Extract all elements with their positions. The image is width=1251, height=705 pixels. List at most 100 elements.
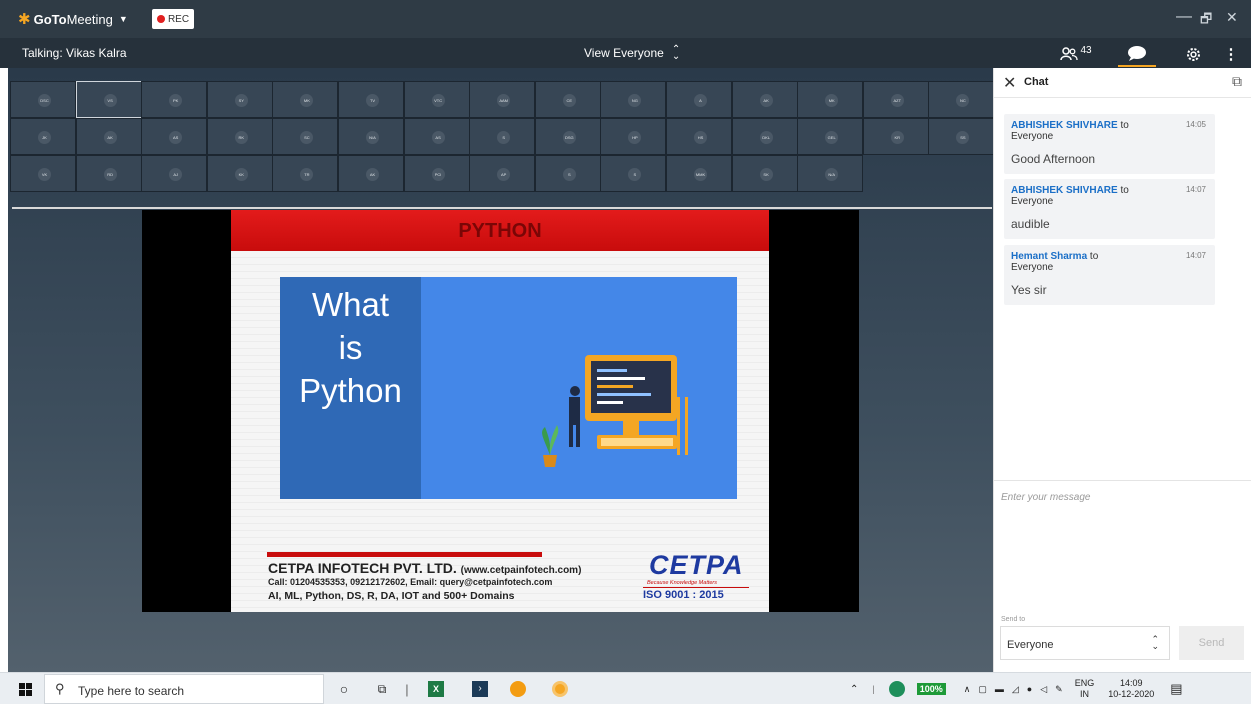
grid-divider[interactable] [12, 207, 992, 209]
attendee-tile[interactable]: CE [534, 81, 601, 118]
attendee-tile[interactable]: JK [10, 118, 76, 155]
chat-message: ABHISHEK SHIVHARE to Everyone 14:05 Good… [1004, 114, 1215, 174]
task-view-icon[interactable]: ⧉ [372, 673, 392, 705]
camera-icon[interactable]: ▢ [978, 684, 987, 695]
message-sender: ABHISHEK SHIVHARE to Everyone [1011, 120, 1129, 142]
attendee-tile[interactable]: SS [928, 118, 995, 155]
attendee-tile[interactable]: PK [141, 81, 208, 118]
microphone-icon[interactable]: ● [1027, 684, 1032, 694]
attendee-tile[interactable]: KR [862, 118, 929, 155]
more-options-button[interactable]: ⋮ [1223, 41, 1239, 67]
attendee-tile[interactable]: PCI [403, 155, 470, 192]
attendee-tile[interactable]: SK [731, 155, 798, 192]
vertical-dots-icon: ⋮ [1223, 46, 1239, 63]
attendee-tile[interactable]: AAM [469, 81, 536, 118]
attendee-tile[interactable]: TR [272, 155, 339, 192]
heading-line-3: Python [299, 372, 402, 409]
speaker-icon[interactable]: ◁ [1040, 684, 1047, 695]
attendee-avatar: PCI [431, 168, 445, 181]
send-button[interactable]: Send [1179, 626, 1244, 660]
clock[interactable]: 14:09 10-12-2020 [1108, 678, 1154, 700]
battery-icon[interactable]: ▬ [995, 684, 1004, 694]
attendee-tile[interactable]: NG [600, 81, 667, 118]
view-selector[interactable]: View Everyone ⌃ ⌄ [584, 45, 680, 62]
attendee-tile[interactable]: AK [338, 155, 404, 192]
attendee-tile[interactable]: N/A [797, 155, 864, 192]
windows-taskbar: ⚲ Type here to search ○ ⧉ | X › ⌃ | 100%… [0, 672, 1251, 704]
chat-divider [994, 480, 1251, 481]
attendee-tile[interactable]: RD [75, 155, 142, 192]
attendee-tile[interactable]: AS [403, 118, 470, 155]
view-label: View Everyone [584, 46, 664, 60]
cortana-icon[interactable]: ○ [334, 673, 354, 705]
attendee-tile[interactable]: MMK [666, 155, 732, 192]
attendee-avatar: SC [300, 131, 314, 144]
attendee-tile[interactable]: S [469, 118, 536, 155]
attendee-tile[interactable]: S [534, 155, 601, 192]
chat-panel: ✕ Chat ⧉ ABHISHEK SHIVHARE to Everyone 1… [993, 68, 1251, 672]
attendee-avatar: KK [234, 168, 248, 181]
attendee-tile[interactable]: MK [797, 81, 864, 118]
attendee-tile[interactable]: NC [928, 81, 995, 118]
message-input[interactable]: Enter your message [1001, 492, 1091, 503]
taskbar-search[interactable]: ⚲ Type here to search [44, 674, 324, 704]
attendee-tile[interactable]: AJ [141, 155, 208, 192]
attendee-tile[interactable]: AK [75, 118, 142, 155]
settings-button[interactable] [1181, 41, 1205, 67]
attendee-tile[interactable]: DSC [10, 81, 76, 118]
send-to-select[interactable]: Everyone ⌃ ⌄ [1000, 626, 1170, 660]
company-name-text: CETPA INFOTECH PVT. LTD. [268, 560, 457, 576]
title-bar: ✱ GoTo Meeting ▼ REC — 🗗 ✕ [0, 0, 1251, 38]
attendee-avatar: GEL [825, 131, 839, 144]
attendee-tile[interactable]: SC [272, 118, 339, 155]
attendee-tile[interactable]: S [600, 155, 667, 192]
attendee-tile[interactable]: AS [141, 118, 208, 155]
attendee-tile[interactable]: RK [206, 118, 273, 155]
attendee-tile[interactable]: DSG [534, 118, 601, 155]
restore-button[interactable]: 🗗 [1200, 10, 1212, 32]
overflow-chevron-icon[interactable]: ⌃ [850, 684, 858, 695]
attendee-avatar: RD [103, 168, 117, 181]
attendee-tile[interactable]: SY [206, 81, 273, 118]
close-button[interactable]: ✕ [1226, 9, 1238, 26]
attendee-tile[interactable]: VTC [403, 81, 470, 118]
minimize-button[interactable]: — [1176, 8, 1192, 26]
chevron-up-icon[interactable]: ∧ [964, 684, 971, 695]
app-menu[interactable]: ✱ GoTo Meeting ▼ [18, 10, 128, 28]
vlc-app-icon[interactable] [506, 673, 530, 705]
attendee-tile[interactable]: GEL [797, 118, 864, 155]
network-monitor-icon[interactable] [888, 681, 905, 697]
powershell-app-icon[interactable]: › [468, 673, 492, 705]
notifications-icon[interactable]: ▤ [1170, 681, 1182, 697]
screen-share: PYTHON What is Python CETPA INFOTECH PVT… [142, 210, 859, 612]
close-chat-icon[interactable]: ✕ [1003, 73, 1016, 93]
attendee-tile[interactable]: DKL [731, 118, 798, 155]
recording-indicator[interactable]: REC [152, 9, 194, 29]
attendee-avatar: N/A [825, 168, 839, 181]
attendee-tile[interactable]: AZT [862, 81, 929, 118]
attendees-button[interactable]: 43 [1058, 41, 1094, 67]
excel-app-icon[interactable]: X [424, 673, 448, 705]
battery-indicator[interactable]: 100% [916, 683, 946, 695]
attendee-tile[interactable]: TV [338, 81, 404, 118]
attendee-tile[interactable]: VS [75, 81, 142, 118]
attendee-tile[interactable]: VK [10, 155, 76, 192]
attendee-tile[interactable]: HP [600, 118, 667, 155]
attendee-tile[interactable]: HS [666, 118, 732, 155]
wifi-icon[interactable]: ◿ [1012, 684, 1019, 695]
iso-certification: ISO 9001 : 2015 [643, 589, 724, 601]
attendee-tile[interactable]: AP [469, 155, 536, 192]
start-button[interactable] [10, 673, 40, 705]
pen-icon[interactable]: ✎ [1055, 684, 1063, 695]
gear-icon [1186, 47, 1200, 61]
attendee-tile[interactable]: KK [206, 155, 273, 192]
attendee-avatar: AK [103, 131, 117, 144]
gotomeeting-app-icon[interactable] [548, 673, 572, 705]
language-indicator[interactable]: ENG IN [1075, 678, 1095, 700]
attendee-tile[interactable]: AK [731, 81, 798, 118]
attendee-tile[interactable]: MK [272, 81, 339, 118]
chat-toggle-button[interactable] [1118, 41, 1156, 67]
attendee-tile[interactable]: A [666, 81, 732, 118]
popout-icon[interactable]: ⧉ [1232, 73, 1242, 90]
attendee-tile[interactable]: N/A [338, 118, 404, 155]
